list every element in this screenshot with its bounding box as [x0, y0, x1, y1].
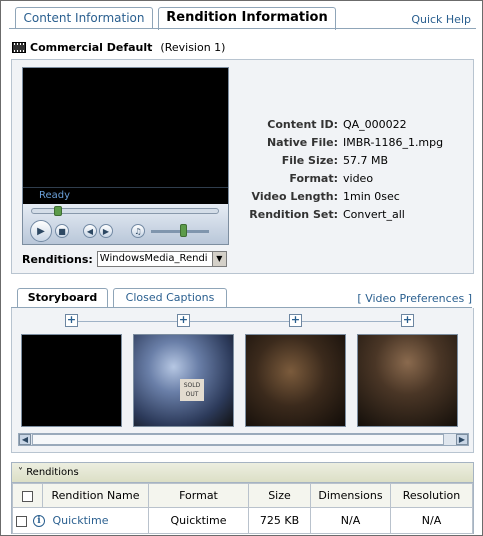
metadata-label: Content ID: [267, 118, 338, 131]
page-title: Commercial Default (Revision 1) [12, 39, 225, 55]
col-dimensions[interactable]: Dimensions [310, 483, 391, 508]
revision-label: (Revision 1) [160, 40, 226, 54]
metadata-row: Video Length: 1min 0sec [232, 188, 443, 206]
tab-content-information[interactable]: Content Information [15, 7, 153, 29]
seek-thumb[interactable] [53, 206, 62, 216]
metadata-label: File Size: [281, 154, 338, 167]
storyboard-frame[interactable]: SOLD OUT [133, 334, 234, 427]
col-format[interactable]: Format [148, 483, 249, 508]
tab-divider [9, 28, 476, 29]
storyboard-panel: + + + + SOLD OUT ◀ ▶ [11, 308, 474, 453]
tab-storyboard[interactable]: Storyboard [17, 288, 108, 308]
rendition-window: Content Information Rendition Informatio… [0, 0, 483, 536]
info-panel: Ready ▶ ■ ◀ ▶ ♫ Renditions: WindowsMedia… [11, 59, 474, 274]
add-frame-icon[interactable]: + [401, 314, 414, 327]
scrollbar-thumb[interactable] [32, 434, 444, 445]
scroll-right-icon[interactable]: ▶ [456, 434, 468, 445]
player-controls: ▶ ■ ◀ ▶ ♫ [23, 204, 228, 244]
stop-button[interactable]: ■ [55, 224, 69, 238]
media-player: Ready ▶ ■ ◀ ▶ ♫ [22, 67, 229, 245]
previous-button[interactable]: ◀ [83, 224, 97, 238]
select-all-checkbox[interactable] [22, 490, 33, 502]
renditions-picker: Renditions: WindowsMedia_Rendi ▼ [22, 251, 227, 267]
dimensions-cell: N/A [310, 507, 391, 534]
metadata-label: Native File: [266, 136, 338, 149]
renditions-table: Rendition Name Format Size Dimensions Re… [12, 483, 473, 534]
volume-thumb[interactable] [179, 224, 187, 237]
metadata-row: Format: video [232, 170, 443, 188]
rendition-link[interactable]: Quicktime [53, 514, 109, 527]
storyboard-scrollbar[interactable]: ◀ ▶ [18, 433, 469, 446]
renditions-section-title: Renditions [26, 467, 79, 478]
col-rendition-name[interactable]: Rendition Name [42, 483, 149, 508]
film-icon [12, 41, 26, 53]
metadata-value: IMBR-1186_1.mpg [343, 136, 444, 149]
storyboard-frame[interactable] [21, 334, 122, 427]
storyboard-connector [72, 321, 409, 322]
asset-title: Commercial Default [30, 40, 153, 54]
metadata-row: Rendition Set: Convert_all [232, 206, 443, 224]
row-checkbox[interactable] [16, 515, 27, 527]
collapse-chevron-icon[interactable]: ˅ [18, 467, 23, 478]
tab-rendition-information[interactable]: Rendition Information [158, 7, 336, 30]
size-cell: 725 KB [248, 507, 311, 534]
renditions-section-header[interactable]: ˅ Renditions [12, 463, 473, 483]
col-resolution[interactable]: Resolution [390, 483, 473, 508]
add-frame-icon[interactable]: + [65, 314, 78, 327]
quick-help-link[interactable]: Quick Help [411, 13, 471, 26]
col-size[interactable]: Size [248, 483, 311, 508]
format-cell: Quicktime [148, 507, 249, 534]
renditions-select[interactable]: WindowsMedia_Rendi ▼ [96, 251, 227, 267]
volume-icon[interactable]: ♫ [131, 224, 145, 238]
play-button[interactable]: ▶ [30, 220, 52, 242]
storyboard-frame[interactable] [245, 334, 346, 427]
select-all-header [12, 483, 43, 508]
tab-closed-captions[interactable]: Closed Captions [113, 288, 227, 308]
metadata-row: Native File: IMBR-1186_1.mpg [232, 134, 443, 152]
info-icon[interactable]: i [33, 515, 45, 527]
video-preferences-link[interactable]: [ Video Preferences ] [357, 292, 472, 305]
renditions-panel: ˅ Renditions Rendition Name Format Size … [11, 462, 474, 534]
metadata-value: QA_000022 [343, 118, 407, 131]
renditions-label: Renditions: [22, 252, 93, 266]
add-frame-icon[interactable]: + [177, 314, 190, 327]
metadata-row: File Size: 57.7 MB [232, 152, 443, 170]
storyboard-frame[interactable] [357, 334, 458, 427]
table-row: i Quicktime Quicktime 725 KB N/A N/A [12, 507, 473, 534]
metadata-value: 57.7 MB [343, 154, 389, 167]
video-display[interactable] [23, 68, 228, 186]
metadata-value: video [343, 172, 374, 185]
metadata-label: Format: [289, 172, 338, 185]
metadata-value: Convert_all [343, 208, 405, 221]
add-frame-icon[interactable]: + [289, 314, 302, 327]
scroll-left-icon[interactable]: ◀ [19, 434, 31, 445]
metadata-row: Content ID: QA_000022 [232, 116, 443, 134]
metadata-label: Rendition Set: [249, 208, 338, 221]
resolution-cell: N/A [390, 507, 473, 534]
metadata-list: Content ID: QA_000022 Native File: IMBR-118… [232, 116, 443, 224]
metadata-label: Video Length: [251, 190, 338, 203]
frame-sign: SOLD OUT [180, 379, 204, 401]
renditions-select-value: WindowsMedia_Rendi [99, 253, 208, 264]
table-header-row: Rendition Name Format Size Dimensions Re… [12, 483, 473, 508]
metadata-value: 1min 0sec [343, 190, 400, 203]
chevron-down-icon[interactable]: ▼ [211, 252, 226, 266]
next-button[interactable]: ▶ [99, 224, 113, 238]
rendition-name-cell: i Quicktime [12, 507, 149, 534]
player-status: Ready [23, 187, 228, 203]
